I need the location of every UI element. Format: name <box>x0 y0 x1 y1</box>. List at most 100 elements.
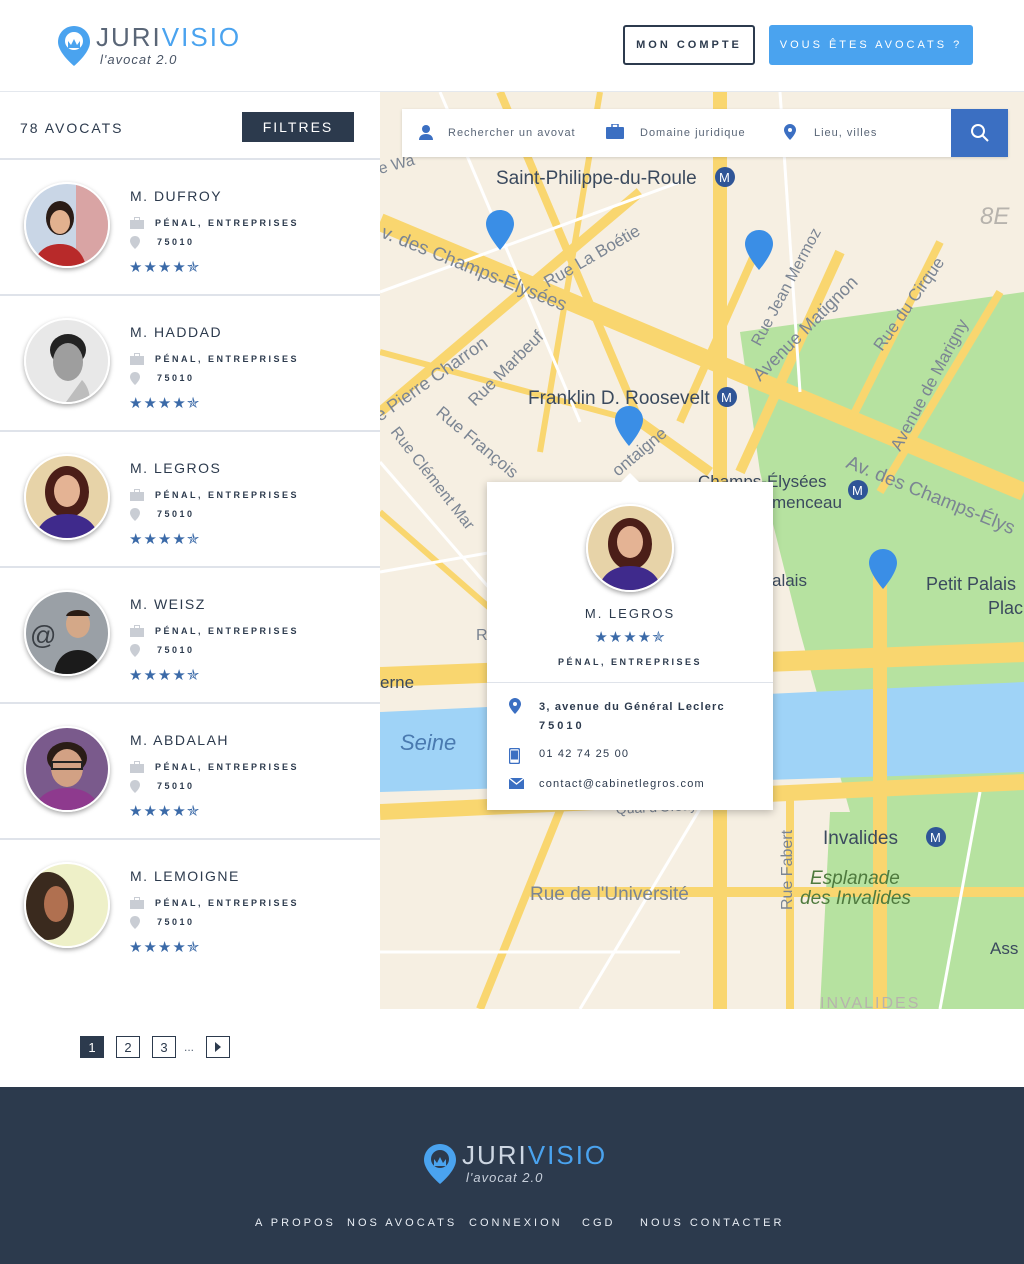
footer-link-about[interactable]: A PROPOS <box>255 1217 336 1229</box>
lawyer-card[interactable]: M. HADDAD PÉNAL, ENTREPRISES 75010 ★★★★✯ <box>0 296 380 432</box>
popup-phone: 01 42 74 25 00 <box>539 748 630 760</box>
search-bar: Rechercher un avovat Domaine juridique L… <box>402 109 1008 157</box>
lawyer-domain-text: PÉNAL, ENTREPRISES <box>155 898 300 908</box>
lawyer-card[interactable]: M. ABDALAH PÉNAL, ENTREPRISES 75010 ★★★★… <box>0 704 380 840</box>
pagination-ellipsis: ... <box>184 1040 195 1054</box>
footer-logo[interactable]: JURIVISIO l'avocat 2.0 <box>424 1142 607 1185</box>
briefcase-icon <box>130 761 144 773</box>
map-label-franklin: Franklin D. Roosevelt <box>528 388 710 409</box>
are-you-lawyer-button[interactable]: VOUS ÊTES AVOCATS ? <box>769 25 973 65</box>
page-3-button[interactable]: 3 <box>152 1036 176 1058</box>
lawyer-avatar[interactable] <box>24 182 110 268</box>
search-place-field[interactable]: Lieu, villes <box>784 109 944 157</box>
list-header: 78 AVOCATS FILTRES <box>0 92 380 160</box>
lawyer-domain: PÉNAL, ENTREPRISES <box>130 897 299 909</box>
footer-link-cgd[interactable]: CGD <box>582 1217 615 1229</box>
lawyer-domain-text: PÉNAL, ENTREPRISES <box>155 218 300 228</box>
location-pin-icon <box>509 698 525 736</box>
briefcase-icon <box>130 489 144 501</box>
logo-brand-part-2: VISIO <box>161 22 242 52</box>
svg-text:M: M <box>721 390 732 405</box>
popup-email-row[interactable]: contact@cabinetlegros.com <box>508 777 705 792</box>
map-label-rue-francois: Rue François <box>432 403 522 483</box>
lawyer-domain-text: PÉNAL, ENTREPRISES <box>155 762 300 772</box>
footer-link-contact[interactable]: NOUS CONTACTER <box>640 1217 784 1229</box>
lawyer-card[interactable]: M. LEGROS PÉNAL, ENTREPRISES 75010 ★★★★✯ <box>0 432 380 568</box>
lawyer-avatar[interactable] <box>24 454 110 540</box>
pagination: 1 2 3 ... <box>80 1036 242 1058</box>
lawyer-rating: ★★★★✯ <box>129 667 201 684</box>
page-2-button[interactable]: 2 <box>116 1036 140 1058</box>
map-label-rue-fabert: Rue Fabert <box>779 829 796 910</box>
lawyer-card[interactable]: M. DUFROY PÉNAL, ENTREPRISES 75010 ★★★★✯ <box>0 160 380 296</box>
lawyer-domain: PÉNAL, ENTREPRISES <box>130 217 299 229</box>
lawyer-name[interactable]: M. HADDAD <box>130 324 222 340</box>
lawyer-location: 75010 <box>130 916 195 929</box>
logo-brand-part-1: JURI <box>96 22 162 52</box>
briefcase-icon <box>130 897 144 909</box>
popup-divider <box>487 682 773 683</box>
lawyer-name[interactable]: M. LEMOIGNE <box>130 868 240 884</box>
svg-text:@: @ <box>30 620 56 650</box>
lawyer-postcode: 75010 <box>157 509 195 519</box>
lawyer-avatar[interactable] <box>24 862 110 948</box>
page-1-button[interactable]: 1 <box>80 1036 104 1058</box>
lawyer-card[interactable]: @ M. WEISZ PÉNAL, ENTREPRISES 75010 ★★★★… <box>0 568 380 704</box>
map-label-esplanade-1: Esplanade <box>810 868 900 889</box>
lawyer-domain: PÉNAL, ENTREPRISES <box>130 625 299 637</box>
search-lawyer-field[interactable]: Rechercher un avovat <box>418 109 598 157</box>
map-label-ass: Ass <box>990 939 1018 958</box>
lawyer-domain: PÉNAL, ENTREPRISES <box>130 353 299 365</box>
search-domain-placeholder: Domaine juridique <box>640 127 746 139</box>
user-icon <box>418 124 434 143</box>
lawyer-postcode: 75010 <box>157 237 195 247</box>
lawyer-avatar[interactable]: @ <box>24 590 110 676</box>
popup-phone-row[interactable]: 01 42 74 25 00 <box>508 747 630 767</box>
logo[interactable]: JURIVISIO l'avocat 2.0 <box>58 24 241 67</box>
lawyer-postcode: 75010 <box>157 917 195 927</box>
lawyer-location: 75010 <box>130 508 195 521</box>
popup-address-line: 3, avenue du Général Leclerc <box>539 701 725 713</box>
map-label-arrondissement: 8E <box>980 203 1010 230</box>
location-pin-icon <box>130 916 144 929</box>
lawyer-name[interactable]: M. WEISZ <box>130 596 206 612</box>
location-pin-icon <box>130 236 144 249</box>
search-button[interactable] <box>951 109 1008 157</box>
lawyer-rating: ★★★★✯ <box>129 803 201 820</box>
filters-button[interactable]: FILTRES <box>242 112 354 142</box>
lawyer-location: 75010 <box>130 644 195 657</box>
next-page-button[interactable] <box>206 1036 231 1058</box>
map-label-esplanade-2: des Invalides <box>800 888 911 909</box>
map-label-r-left: R <box>476 627 488 644</box>
lawyer-name[interactable]: M. LEGROS <box>130 460 221 476</box>
phone-icon <box>508 747 525 767</box>
briefcase-icon <box>130 217 144 229</box>
lawyer-popup[interactable]: M. LEGROS ★★★★✯ PÉNAL, ENTREPRISES 3, av… <box>487 473 773 810</box>
footer-brand-part-2: VISIO <box>527 1140 608 1170</box>
footer-link-lawyers[interactable]: NOS AVOCATS <box>347 1217 457 1229</box>
lawyer-card[interactable]: M. LEMOIGNE PÉNAL, ENTREPRISES 75010 ★★★… <box>0 840 380 1001</box>
footer-brand-part-1: JURI <box>462 1140 528 1170</box>
lawyer-name[interactable]: M. ABDALAH <box>130 732 229 748</box>
map-label-alais: alais <box>772 571 807 590</box>
map-label-petit-palais: Petit Palais <box>926 574 1016 594</box>
lawyer-name[interactable]: M. DUFROY <box>130 188 222 204</box>
lawyer-domain-text: PÉNAL, ENTREPRISES <box>155 354 300 364</box>
briefcase-icon <box>130 625 144 637</box>
map-label-seine: Seine <box>400 730 456 755</box>
lawyer-avatar[interactable] <box>24 726 110 812</box>
location-pin-icon <box>130 372 144 385</box>
lawyer-rating: ★★★★✯ <box>129 259 201 276</box>
lawyer-avatar[interactable] <box>24 318 110 404</box>
lawyer-domain-text: PÉNAL, ENTREPRISES <box>155 626 300 636</box>
briefcase-icon <box>606 123 624 142</box>
lawyer-domain: PÉNAL, ENTREPRISES <box>130 761 299 773</box>
lawyer-domain-text: PÉNAL, ENTREPRISES <box>155 490 300 500</box>
lawyer-count: 78 AVOCATS <box>20 120 124 136</box>
search-domain-field[interactable]: Domaine juridique <box>606 109 776 157</box>
footer-link-login[interactable]: CONNEXION <box>469 1217 563 1229</box>
envelope-icon <box>508 777 525 792</box>
lawyer-rating: ★★★★✯ <box>129 531 201 548</box>
popup-domain: PÉNAL, ENTREPRISES <box>557 657 703 667</box>
my-account-button[interactable]: MON COMPTE <box>623 25 755 65</box>
